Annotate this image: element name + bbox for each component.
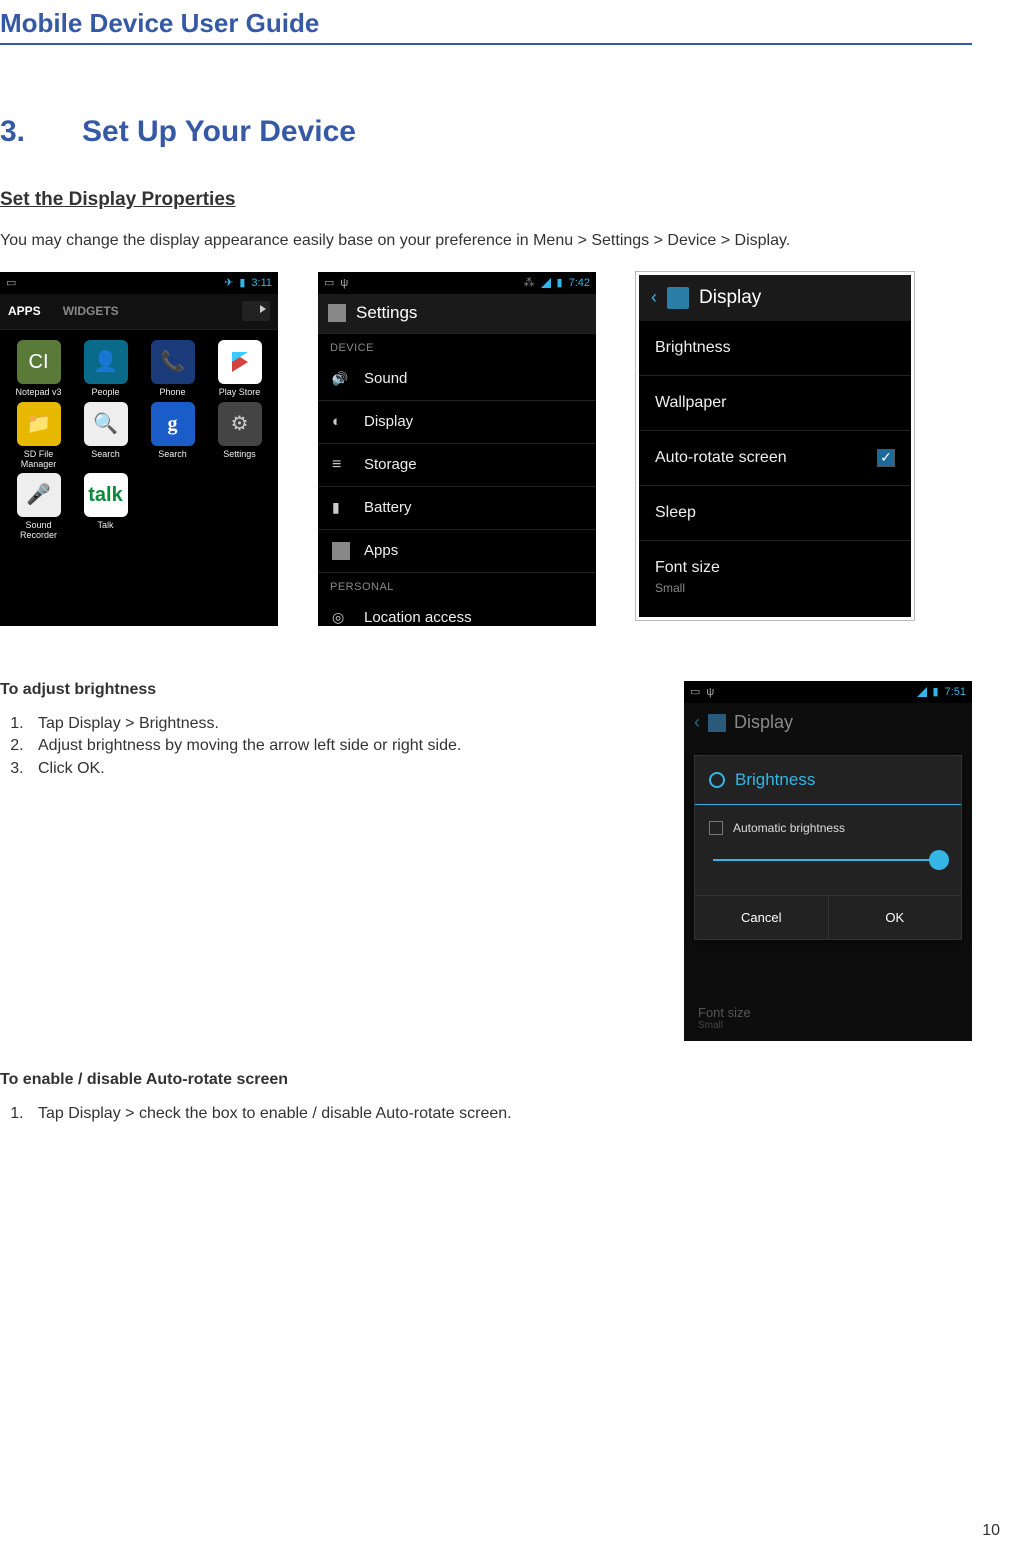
wifi-icon: ✈ xyxy=(224,276,233,289)
apps-icon xyxy=(332,542,350,560)
clock: 7:51 xyxy=(945,686,966,698)
ok-button[interactable]: OK xyxy=(829,896,962,939)
step: Click OK. xyxy=(28,758,664,780)
dialog-title: Brightness xyxy=(695,756,961,805)
brightness-dialog: Brightness Automatic brightness Cancel O… xyxy=(694,755,962,940)
display-icon xyxy=(332,413,350,431)
screenshot-display: ‹ Display Brightness Wallpaper Auto-rota… xyxy=(636,272,914,620)
status-bar: ▭ψ ⁂▮7:42 xyxy=(318,272,596,294)
row-wallpaper[interactable]: Wallpaper xyxy=(639,376,911,431)
step: Adjust brightness by moving the arrow le… xyxy=(28,735,664,757)
faint-font-size: Font size Small xyxy=(698,1005,751,1031)
storage-icon xyxy=(332,456,350,474)
screenshot-apps: ▭ ✈▮3:11 APPS WIDGETS CINotepad v3 👤Peop… xyxy=(0,272,278,626)
clock: 7:42 xyxy=(569,277,590,289)
doc-header: Mobile Device User Guide xyxy=(0,8,972,45)
screenshots-row: ▭ ✈▮3:11 APPS WIDGETS CINotepad v3 👤Peop… xyxy=(0,272,972,626)
app-sound-recorder[interactable]: 🎤Sound Recorder xyxy=(6,473,71,541)
auto-brightness-row[interactable]: Automatic brightness xyxy=(709,821,947,835)
section-label-personal: PERSONAL xyxy=(318,573,596,597)
app-search-1[interactable]: 🔍Search xyxy=(73,402,138,470)
display-header-bg: ‹Display xyxy=(684,703,972,743)
row-font-size[interactable]: Font size Small xyxy=(639,541,911,613)
cancel-button[interactable]: Cancel xyxy=(695,896,829,939)
tab-apps[interactable]: APPS xyxy=(8,304,41,318)
app-sd-file-manager[interactable]: 📁SD File Manager xyxy=(6,402,71,470)
app-play-store[interactable]: Play Store xyxy=(207,340,272,398)
section-title: 3.Set Up Your Device xyxy=(0,115,972,149)
app-phone[interactable]: 📞Phone xyxy=(140,340,205,398)
auto-rotate-steps: Tap Display > check the box to enable / … xyxy=(0,1103,972,1125)
adjust-brightness-steps: Tap Display > Brightness. Adjust brightn… xyxy=(0,713,664,780)
tab-widgets[interactable]: WIDGETS xyxy=(63,304,119,318)
section-name: Set Up Your Device xyxy=(82,115,356,148)
row-auto-rotate[interactable]: Auto-rotate screen ✓ xyxy=(639,431,911,486)
step: Tap Display > Brightness. xyxy=(28,713,664,735)
row-display[interactable]: Display xyxy=(318,401,596,444)
display-header: ‹ Display xyxy=(639,275,911,321)
status-bar: ▭ψ ▮7:51 xyxy=(684,681,972,703)
row-storage[interactable]: Storage xyxy=(318,444,596,487)
brightness-slider[interactable] xyxy=(713,859,943,861)
app-settings[interactable]: ⚙Settings xyxy=(207,402,272,470)
brightness-icon xyxy=(709,772,725,788)
screenshot-settings: ▭ψ ⁂▮7:42 Settings DEVICE Sound Display … xyxy=(318,272,596,626)
heading-auto-rotate: To enable / disable Auto-rotate screen xyxy=(0,1071,972,1089)
sound-icon xyxy=(332,370,350,388)
heading-adjust-brightness: To adjust brightness xyxy=(0,681,664,699)
app-notepad[interactable]: CINotepad v3 xyxy=(6,340,71,398)
auto-rotate-checkbox[interactable]: ✓ xyxy=(877,449,895,467)
row-apps[interactable]: Apps xyxy=(318,530,596,573)
signal-icon xyxy=(541,278,551,288)
slider-thumb[interactable] xyxy=(929,850,949,870)
app-talk[interactable]: talkTalk xyxy=(73,473,138,541)
clock: 3:11 xyxy=(251,277,272,289)
settings-icon xyxy=(328,304,346,322)
battery-icon xyxy=(332,499,350,517)
settings-header: Settings xyxy=(318,294,596,334)
signal-icon xyxy=(917,687,927,697)
apps-tabbar: APPS WIDGETS xyxy=(0,294,278,330)
display-header-icon xyxy=(667,287,689,309)
row-battery[interactable]: Battery xyxy=(318,487,596,530)
status-bar: ▭ ✈▮3:11 xyxy=(0,272,278,294)
location-icon xyxy=(332,609,350,626)
back-icon[interactable]: ‹ xyxy=(651,287,657,308)
app-search-google[interactable]: gSearch xyxy=(140,402,205,470)
screenshot-brightness-dialog: ▭ψ ▮7:51 ‹Display Brightness Automatic b… xyxy=(684,681,972,1041)
row-sleep[interactable]: Sleep xyxy=(639,486,911,541)
play-store-icon[interactable] xyxy=(242,301,270,321)
section-number: 3. xyxy=(0,115,82,149)
step: Tap Display > check the box to enable / … xyxy=(28,1103,972,1125)
row-brightness[interactable]: Brightness xyxy=(639,321,911,376)
section-label-device: DEVICE xyxy=(318,334,596,358)
intro-text: You may change the display appearance ea… xyxy=(0,231,972,252)
page-number: 10 xyxy=(982,1522,1000,1540)
app-people[interactable]: 👤People xyxy=(73,340,138,398)
row-location-access[interactable]: Location access xyxy=(318,597,596,626)
row-sound[interactable]: Sound xyxy=(318,358,596,401)
subsection-display-properties: Set the Display Properties xyxy=(0,189,972,211)
auto-brightness-checkbox[interactable] xyxy=(709,821,723,835)
